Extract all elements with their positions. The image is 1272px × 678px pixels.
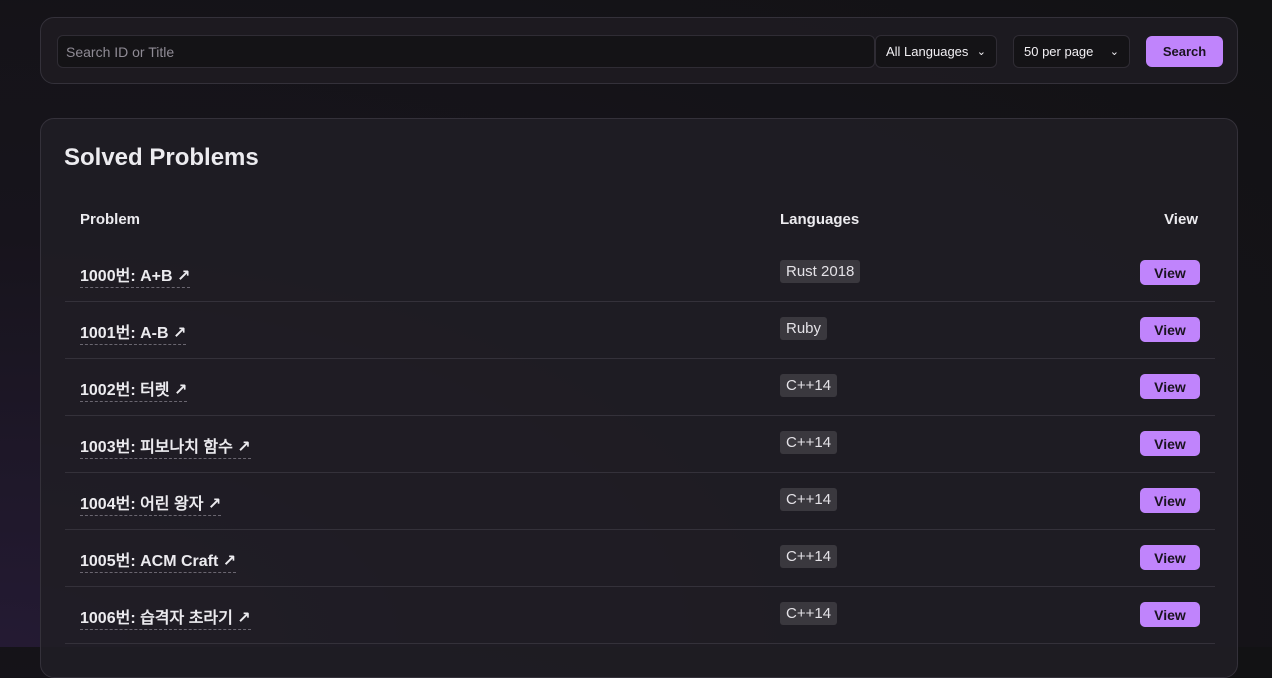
table-row: 1001번: A-B ↗ Ruby View [65, 302, 1215, 359]
view-button[interactable]: View [1140, 317, 1200, 342]
table-row: 1003번: 피보나치 함수 ↗ C++14 View [65, 416, 1215, 473]
page-title: Solved Problems [64, 144, 259, 171]
view-button[interactable]: View [1140, 431, 1200, 456]
language-badge: C++14 [780, 431, 838, 454]
language-badge: C++14 [780, 488, 838, 511]
solved-problems-panel: Solved Problems Problem Languages View 1… [40, 118, 1238, 678]
problem-link[interactable]: 1003번: 피보나치 함수 ↗ [80, 433, 251, 459]
view-button[interactable]: View [1140, 602, 1200, 627]
problem-link[interactable]: 1000번: A+B ↗ [80, 262, 191, 288]
problem-table: 1000번: A+B ↗ Rust 2018 View 1001번: A-B ↗… [65, 245, 1215, 644]
search-input[interactable] [57, 35, 875, 68]
problem-link[interactable]: 1002번: 터렛 ↗ [80, 376, 188, 402]
column-header-problem: Problem [80, 211, 141, 228]
language-badge: Rust 2018 [780, 260, 861, 283]
view-button[interactable]: View [1140, 260, 1200, 285]
chevron-down-icon: ⌄ [1109, 46, 1119, 58]
table-row: 1004번: 어린 왕자 ↗ C++14 View [65, 473, 1215, 530]
problem-link[interactable]: 1004번: 어린 왕자 ↗ [80, 490, 222, 516]
language-badge: C++14 [780, 602, 838, 625]
language-select[interactable]: All Languages ⌄ [875, 35, 997, 68]
per-page-select[interactable]: 50 per page ⌄ [1013, 35, 1130, 68]
problem-link[interactable]: 1005번: ACM Craft ↗ [80, 547, 237, 573]
table-row: 1000번: A+B ↗ Rust 2018 View [65, 245, 1215, 302]
problem-link[interactable]: 1006번: 습격자 초라기 ↗ [80, 604, 251, 630]
language-badge: C++14 [780, 374, 838, 397]
column-header-languages: Languages [780, 211, 860, 228]
language-select-value: All Languages [886, 44, 969, 59]
table-row: 1006번: 습격자 초라기 ↗ C++14 View [65, 587, 1215, 644]
language-badge: C++14 [780, 545, 838, 568]
table-row: 1005번: ACM Craft ↗ C++14 View [65, 530, 1215, 587]
view-button[interactable]: View [1140, 545, 1200, 570]
search-button[interactable]: Search [1146, 36, 1223, 67]
view-button[interactable]: View [1140, 488, 1200, 513]
column-header-view: View [1164, 211, 1198, 228]
problem-link[interactable]: 1001번: A-B ↗ [80, 319, 187, 345]
filter-bar: All Languages ⌄ 50 per page ⌄ Search [40, 17, 1238, 84]
per-page-select-value: 50 per page [1024, 44, 1094, 59]
view-button[interactable]: View [1140, 374, 1200, 399]
table-row: 1002번: 터렛 ↗ C++14 View [65, 359, 1215, 416]
chevron-down-icon: ⌄ [976, 46, 986, 58]
language-badge: Ruby [780, 317, 828, 340]
